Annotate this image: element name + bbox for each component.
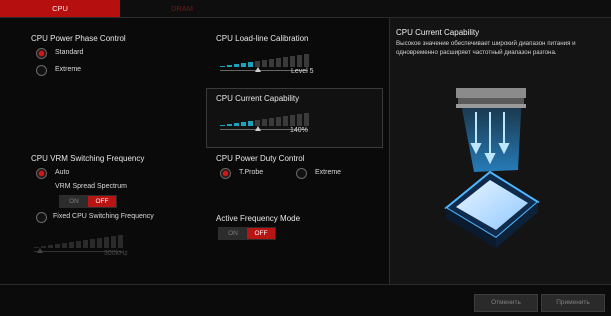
- power-phase-extreme-radio[interactable]: [36, 65, 47, 76]
- fixed-frequency-value: 300kHz: [104, 250, 128, 257]
- apply-button[interactable]: Применить: [541, 294, 605, 312]
- llc-title: CPU Load-line Calibration: [216, 34, 309, 43]
- llc-slider-thumb[interactable]: [255, 67, 261, 72]
- tab-dram[interactable]: DRAM: [122, 0, 242, 17]
- vrm-auto-label: Auto: [55, 169, 70, 176]
- info-panel-title: CPU Current Capability: [396, 28, 480, 37]
- vrm-switching-title: CPU VRM Switching Frequency: [31, 154, 145, 163]
- vrm-fixed-label: Fixed CPU Switching Frequency: [53, 213, 154, 220]
- power-phase-title: CPU Power Phase Control: [31, 34, 126, 43]
- current-capability-value: 140%: [290, 127, 308, 134]
- toggle-on-option[interactable]: ON: [219, 228, 247, 239]
- current-capability-title: CPU Current Capability: [216, 94, 300, 103]
- toggle-off-option[interactable]: OFF: [247, 228, 275, 239]
- power-duty-extreme-label: Extreme: [315, 169, 342, 176]
- memory-stack: [456, 88, 526, 108]
- info-panel-description: Высокое значение обеспечивает широкий ди…: [396, 40, 576, 56]
- active-frequency-toggle[interactable]: ON OFF: [218, 227, 276, 240]
- toggle-on-option[interactable]: ON: [60, 196, 88, 207]
- tab-bar: CPU DRAM: [0, 0, 611, 18]
- vrm-fixed-radio[interactable]: [36, 212, 47, 223]
- current-capability-thumb[interactable]: [255, 126, 261, 131]
- power-duty-tprobe-label: T.Probe: [239, 169, 264, 176]
- power-phase-standard-label: Standard: [55, 49, 84, 56]
- cpu-illustration: [444, 88, 540, 248]
- toggle-off-option[interactable]: OFF: [88, 196, 116, 207]
- power-duty-title: CPU Power Duty Control: [216, 154, 305, 163]
- vrm-spread-spectrum-title: VRM Spread Spectrum: [55, 183, 127, 190]
- power-phase-standard-radio[interactable]: [36, 48, 47, 59]
- vrm-spread-spectrum-toggle[interactable]: ON OFF: [59, 195, 117, 208]
- active-frequency-title: Active Frequency Mode: [216, 214, 301, 223]
- power-phase-extreme-label: Extreme: [55, 66, 82, 73]
- cancel-button[interactable]: Отменить: [474, 294, 538, 312]
- power-duty-tprobe-radio[interactable]: [220, 168, 231, 179]
- power-duty-extreme-radio[interactable]: [296, 168, 307, 179]
- vrm-auto-radio[interactable]: [36, 168, 47, 179]
- tab-cpu[interactable]: CPU: [0, 0, 120, 17]
- llc-value: Level 5: [291, 68, 314, 75]
- fixed-frequency-thumb[interactable]: [37, 248, 43, 253]
